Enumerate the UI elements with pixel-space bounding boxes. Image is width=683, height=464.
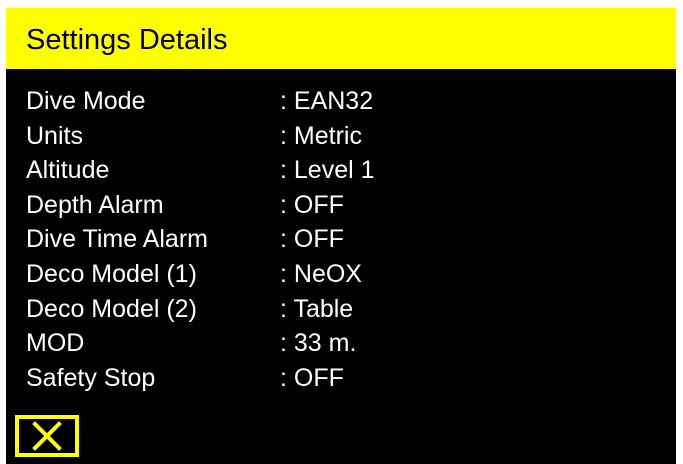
settings-row-deco-model-1: Deco Model (1) : NeOX (6, 259, 676, 294)
setting-label: Safety Stop (26, 363, 156, 392)
setting-label: Depth Alarm (26, 190, 164, 219)
setting-label: MOD (26, 329, 85, 358)
device-screen: Settings Details Dive Mode : EAN32 Units… (6, 8, 676, 464)
setting-label: Dive Mode (26, 87, 146, 115)
settings-row-deco-model-2: Deco Model (2) : Table (6, 294, 676, 329)
header-bar: Settings Details (6, 8, 676, 69)
setting-label: Units (26, 121, 83, 150)
setting-value: : Metric (280, 121, 362, 150)
settings-row-units: Units : Metric (6, 121, 676, 156)
setting-value: : OFF (280, 363, 344, 392)
settings-row-dive-mode: Dive Mode : EAN32 (6, 86, 676, 121)
settings-row-depth-alarm: Depth Alarm : OFF (6, 190, 676, 225)
page-title: Settings Details (26, 24, 228, 56)
setting-value: : NeOX (280, 259, 362, 288)
setting-label: Dive Time Alarm (26, 225, 208, 254)
setting-label: Deco Model (2) (26, 294, 197, 323)
setting-value: : EAN32 (280, 87, 374, 115)
close-icon (32, 421, 62, 451)
setting-label: Altitude (26, 156, 110, 185)
settings-row-safety-stop: Safety Stop : OFF (6, 363, 676, 398)
close-button[interactable] (15, 415, 79, 457)
setting-value: : Level 1 (280, 156, 375, 185)
setting-value: : OFF (280, 225, 344, 254)
settings-row-dive-time-alarm: Dive Time Alarm : OFF (6, 224, 676, 259)
settings-row-mod: MOD : 33 m. (6, 328, 676, 363)
setting-value: : OFF (280, 190, 344, 219)
settings-list: Dive Mode : EAN32 Units : Metric Altitud… (6, 86, 676, 397)
setting-label: Deco Model (1) (26, 259, 197, 288)
setting-value: : Table (280, 294, 354, 323)
settings-row-altitude: Altitude : Level 1 (6, 155, 676, 190)
setting-value: : 33 m. (280, 329, 357, 358)
